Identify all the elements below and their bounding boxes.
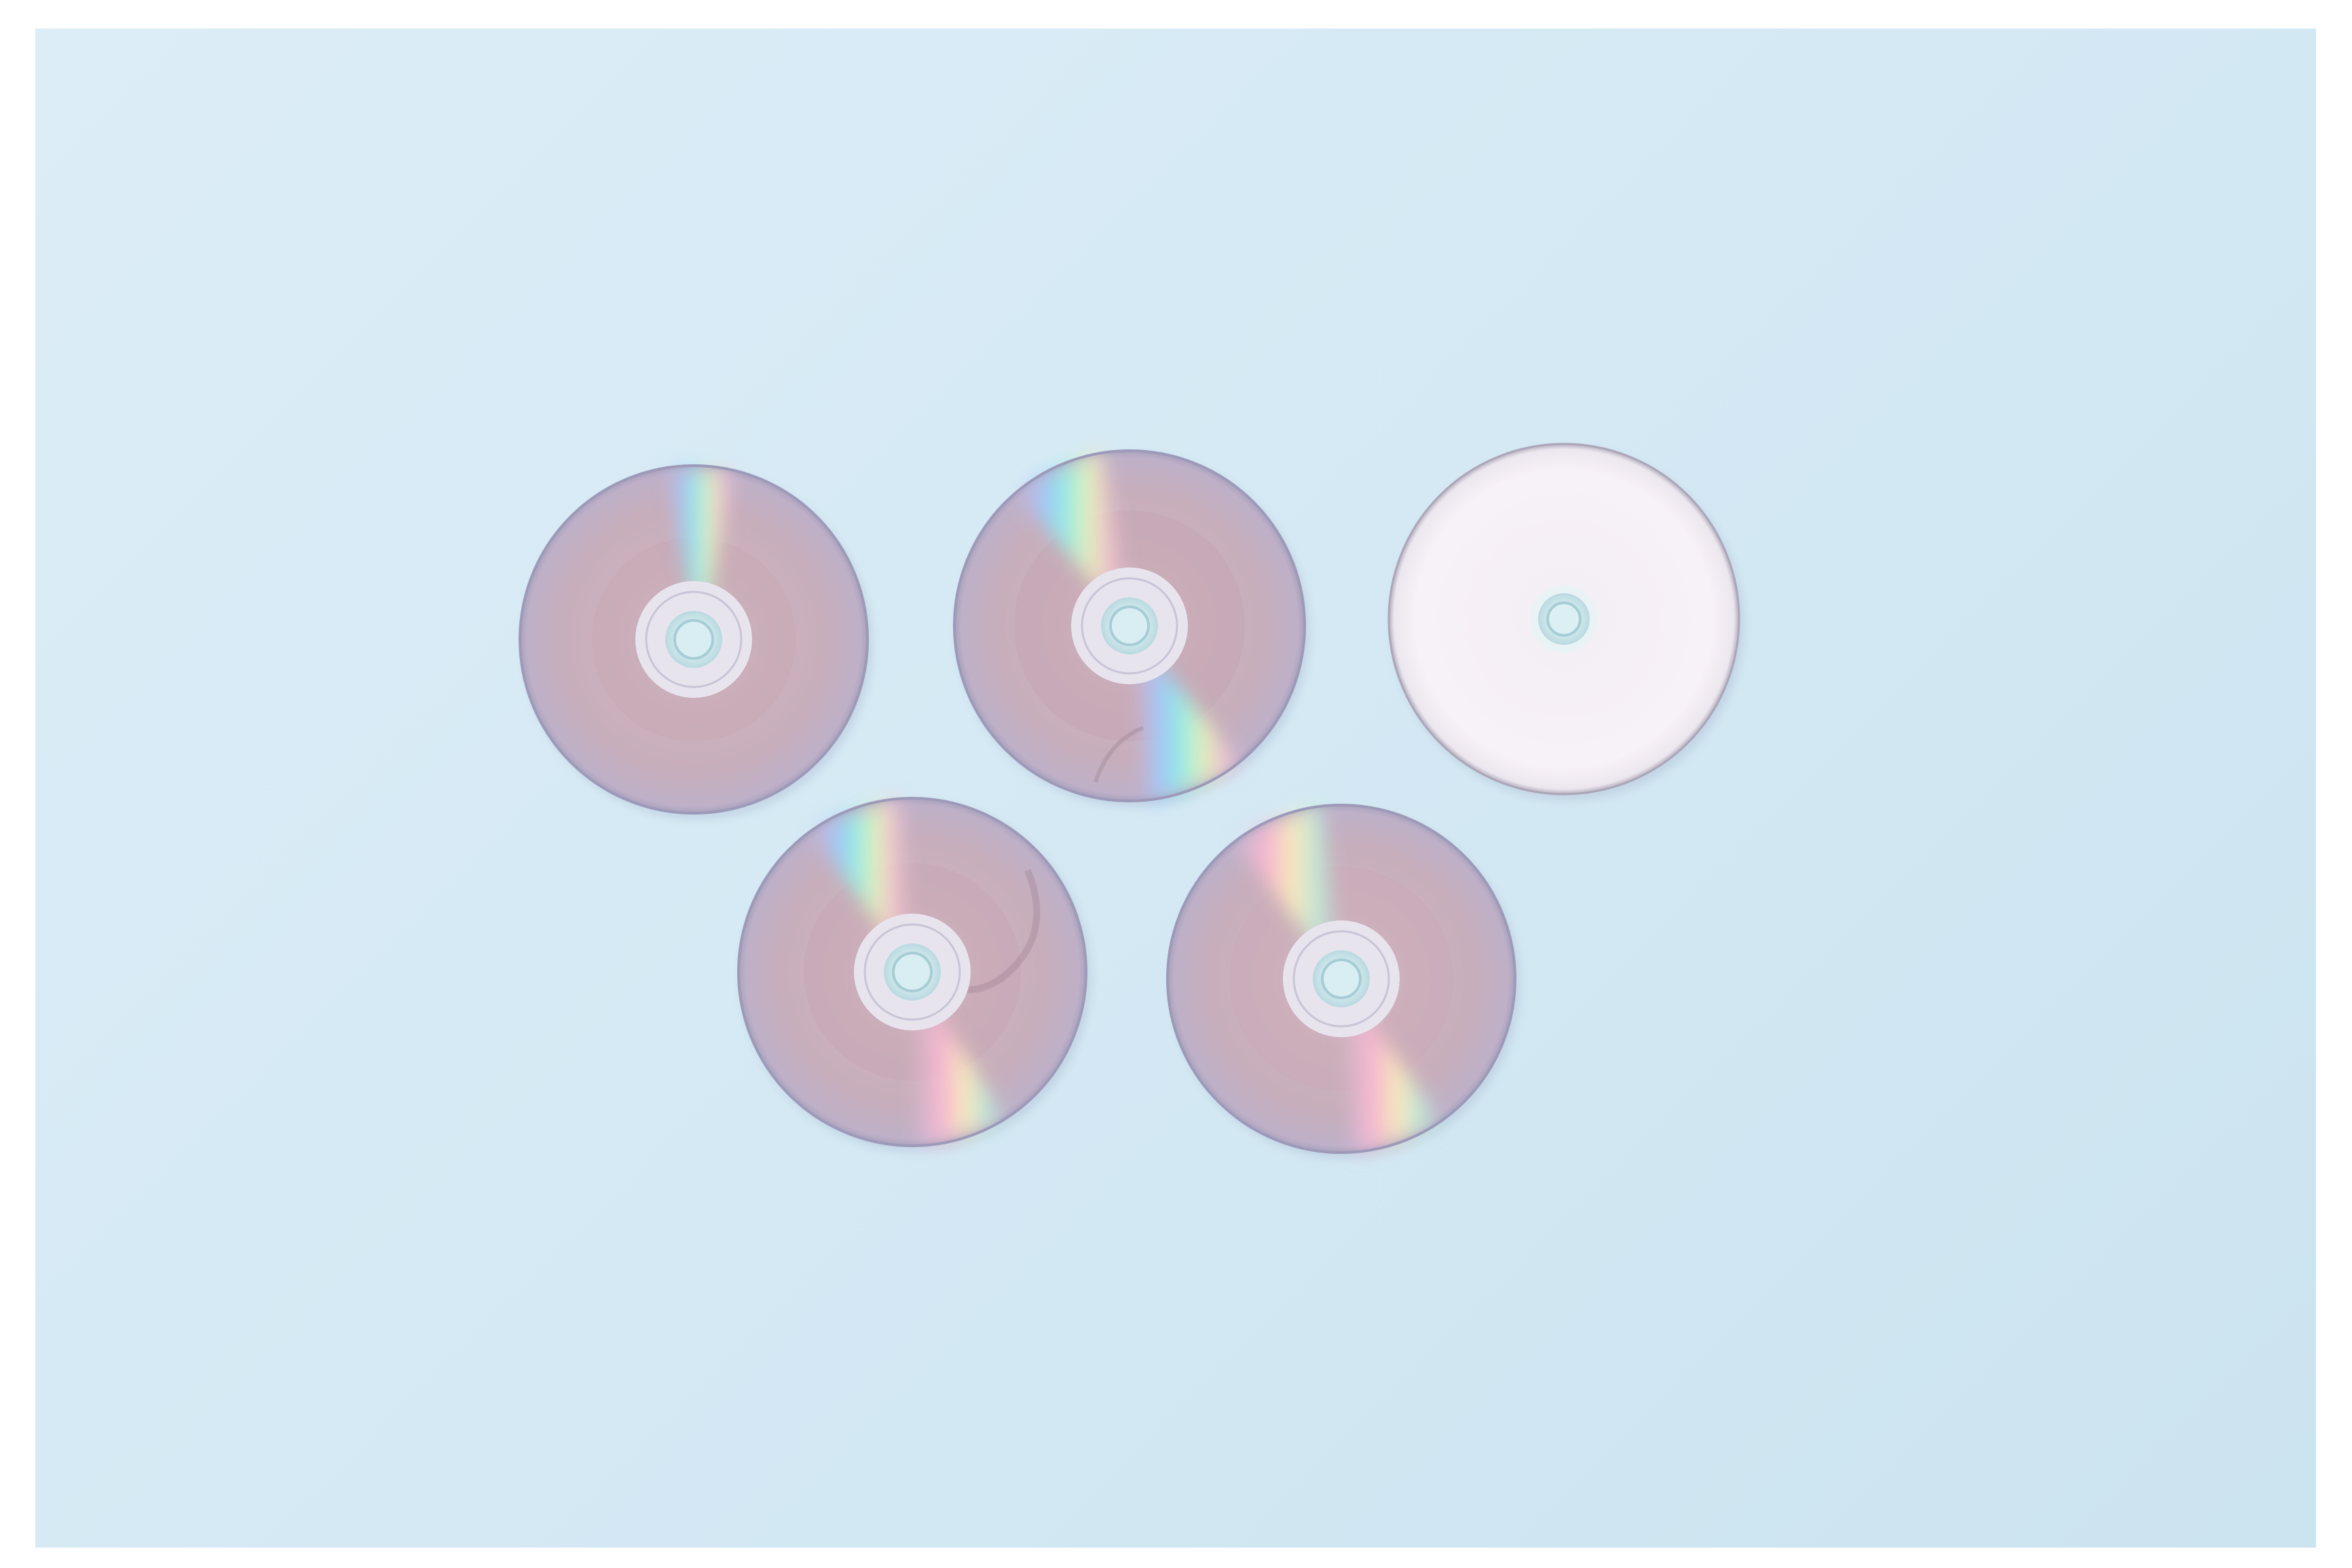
disc-5 [1166, 804, 1520, 1159]
disc-3-printable [1387, 443, 1744, 801]
disc-1 [519, 464, 873, 820]
disc-4 [737, 797, 1091, 1153]
disc-2 [953, 449, 1310, 808]
white-border-frame [0, 0, 2352, 1568]
photo-background [35, 29, 2316, 1548]
disc-scene [519, 443, 1744, 1159]
